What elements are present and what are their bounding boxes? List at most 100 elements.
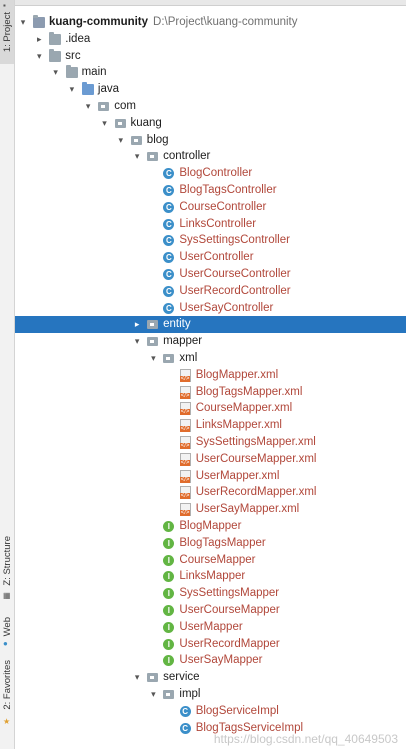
tree-label-text: BlogServiceImpl (195, 704, 279, 717)
tree-row-xml[interactable]: ▾ xml (15, 350, 406, 367)
star-icon: ★ (3, 717, 11, 726)
tree-row-mapper[interactable]: ▾ mapper (15, 333, 406, 350)
tree-row-blogcontroller[interactable]: C BlogController (15, 165, 406, 182)
tree-row-coursecontroller[interactable]: C CourseController (15, 199, 406, 216)
project-tab[interactable]: 1: Project (2, 12, 13, 52)
chevron-down-icon[interactable]: ▾ (148, 686, 158, 703)
xml-file-icon (179, 368, 191, 382)
class-icon: C (163, 218, 175, 230)
tree-row-linkscontroller[interactable]: C LinksController (15, 216, 406, 233)
chevron-down-icon[interactable]: ▾ (116, 132, 126, 149)
tree-label-text: BlogMapper (179, 520, 242, 532)
tree-row-usersaymapper-xml[interactable]: UserSayMapper.xml (15, 501, 406, 518)
tree-label: src (65, 48, 80, 65)
tree-row-usermapper[interactable]: I UserMapper (15, 619, 406, 636)
tree-label: BlogMapper (179, 518, 241, 535)
tree-label: com (114, 98, 136, 115)
favorites-tab[interactable]: 2: Favorites (2, 660, 13, 710)
chevron-down-icon[interactable]: ▾ (100, 115, 110, 132)
tree-row-com[interactable]: ▾ com (15, 98, 406, 115)
chevron-down-icon[interactable]: ▾ (18, 14, 28, 31)
chevron-down-icon[interactable]: ▾ (67, 81, 77, 98)
tree-row-controller[interactable]: ▾ controller (15, 148, 406, 165)
tree-label: UserSayMapper.xml (196, 501, 300, 518)
chevron-down-icon[interactable]: ▾ (148, 350, 158, 367)
tree-label-text: entity (163, 318, 191, 331)
tree-row-syssettingsmapper-xml[interactable]: SysSettingsMapper.xml (15, 434, 406, 451)
tree-row-linksmapper[interactable]: I LinksMapper (15, 568, 406, 585)
tree-label-text: impl (179, 688, 201, 700)
tree-label: CourseMapper (179, 552, 255, 569)
tree-label-text: BlogController (179, 167, 253, 180)
tree-row-linksmapper-xml[interactable]: LinksMapper.xml (15, 417, 406, 434)
tree-row-syssettingscontroller[interactable]: C SysSettingsController (15, 232, 406, 249)
tree-label-text: kuang (130, 116, 162, 129)
tree-label-text: UserCourseController (179, 268, 291, 280)
tree-row-userrecordmapper[interactable]: I UserRecordMapper (15, 636, 406, 653)
tree-row-usercontroller[interactable]: C UserController (15, 249, 406, 266)
chevron-down-icon[interactable]: ▾ (51, 64, 61, 81)
class-icon: C (163, 185, 175, 196)
tree-label-text: SysSettingsController (179, 234, 290, 247)
web-tab[interactable]: Web (2, 617, 13, 636)
tree-label: UserRecordMapper (179, 636, 279, 653)
tree-row-blogserviceimpl[interactable]: C BlogServiceImpl (15, 703, 406, 720)
tree-label-text: BlogTagsMapper (179, 536, 266, 549)
tree-row-blogmapper[interactable]: I BlogMapper (15, 518, 406, 535)
tree-label: UserCourseMapper (179, 602, 279, 619)
tree-label-text: UserSayController (179, 301, 274, 314)
chevron-down-icon[interactable]: ▾ (132, 148, 142, 165)
chevron-down-icon[interactable]: ▾ (83, 98, 93, 115)
interface-icon: I (163, 521, 175, 532)
tree-row--idea[interactable]: ▸ .idea (15, 31, 406, 48)
tree-label-text: UserCourseMapper (179, 604, 280, 616)
tree-label-text: UserMapper.xml (195, 469, 280, 482)
tree-label-text: UserSayMapper (179, 654, 263, 667)
chevron-down-icon[interactable]: ▾ (34, 48, 44, 65)
interface-icon: I (163, 571, 175, 583)
tree-label: UserCourseController (179, 266, 290, 283)
tree-row-kuang[interactable]: ▾ kuang (15, 115, 406, 132)
tree-row-service[interactable]: ▾ service (15, 669, 406, 686)
tree-row-userrecordcontroller[interactable]: C UserRecordController (15, 283, 406, 300)
tree-label: blog (147, 132, 169, 149)
tree-label: BlogController (179, 165, 252, 182)
tree-label-text: src (65, 49, 81, 62)
chevron-right-icon[interactable]: ▸ (132, 316, 142, 333)
tree-label: SysSettingsMapper (179, 585, 279, 602)
project-tab-icon: ▪ (3, 1, 6, 10)
tree-label-text: LinksController (179, 217, 257, 230)
tree-row-entity[interactable]: ▸ entity (15, 316, 406, 334)
chevron-down-icon[interactable]: ▾ (132, 669, 142, 686)
tree-row-blog[interactable]: ▾ blog (15, 132, 406, 149)
tree-row-usercoursecontroller[interactable]: C UserCourseController (15, 266, 406, 283)
tree-label-text: UserSayMapper.xml (195, 503, 300, 516)
tree-row-main[interactable]: ▾ main (15, 64, 406, 81)
package-icon (147, 337, 159, 347)
chevron-right-icon[interactable]: ▸ (34, 31, 44, 48)
tree-row-java[interactable]: ▾ java (15, 81, 406, 98)
tree-row-blogtagscontroller[interactable]: C BlogTagsController (15, 182, 406, 199)
tree-row-blogmapper-xml[interactable]: BlogMapper.xml (15, 367, 406, 384)
tree-row-usercoursemapper[interactable]: I UserCourseMapper (15, 602, 406, 619)
tree-row-coursemapper-xml[interactable]: CourseMapper.xml (15, 400, 406, 417)
tree-row-coursemapper[interactable]: I CourseMapper (15, 552, 406, 569)
tree-row-usercoursemapper-xml[interactable]: UserCourseMapper.xml (15, 451, 406, 468)
tree-row-syssettingsmapper[interactable]: I SysSettingsMapper (15, 585, 406, 602)
tree-row-blogtagsmapper-xml[interactable]: BlogTagsMapper.xml (15, 384, 406, 401)
structure-tab[interactable]: Z: Structure (2, 536, 13, 586)
class-icon: C (163, 252, 175, 264)
tree-row-usersaymapper[interactable]: I UserSayMapper (15, 652, 406, 669)
project-tab-strip[interactable]: ▪ 1: Project (0, 0, 14, 64)
tree-label: entity (163, 316, 191, 333)
tree-row-kuang-community[interactable]: ▾ kuang-community D:\Project\kuang-communi… (15, 14, 406, 31)
tree-row-src[interactable]: ▾ src (15, 48, 406, 65)
chevron-down-icon[interactable]: ▾ (132, 333, 142, 350)
tree-row-impl[interactable]: ▾ impl (15, 686, 406, 703)
interface-icon: I (163, 605, 175, 616)
tree-row-usersaycontroller[interactable]: C UserSayController (15, 300, 406, 317)
tree-row-blogtagsmapper[interactable]: I BlogTagsMapper (15, 535, 406, 552)
tree-row-usermapper-xml[interactable]: UserMapper.xml (15, 468, 406, 485)
tree-row-userrecordmapper-xml[interactable]: UserRecordMapper.xml (15, 484, 406, 501)
project-tree[interactable]: ▾ kuang-community D:\Project\kuang-communi… (15, 0, 406, 749)
